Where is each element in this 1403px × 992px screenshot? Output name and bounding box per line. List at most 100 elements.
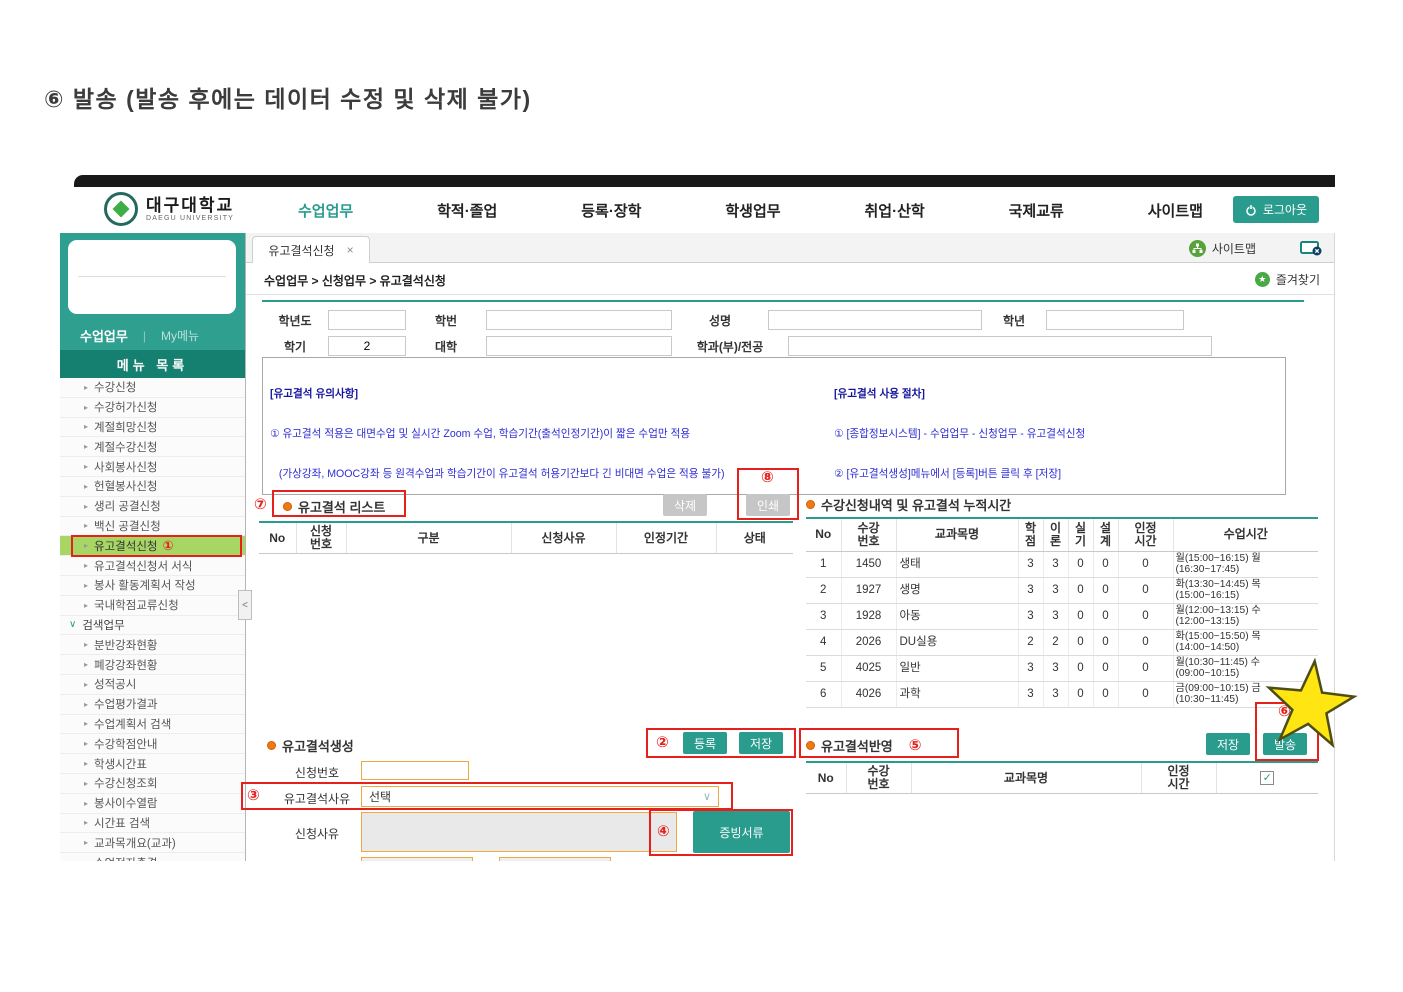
nav-item-international[interactable]: 국제교류 (1009, 200, 1064, 221)
department-field[interactable] (788, 336, 1212, 356)
enrollment-row: 6 4026 과학 3 3 0 0 0 금(09:00~10:15) 금(10:30~11:45… (806, 681, 1318, 708)
form-row: 학기 대학 학과(부)/전공 (262, 333, 1304, 359)
table-cell: 과학 (896, 681, 1019, 708)
select-all-checkbox[interactable]: ✓ (1260, 771, 1275, 785)
print-button[interactable]: 인쇄 (746, 494, 791, 516)
highlight-star (1265, 658, 1358, 749)
sidebar-menu-item[interactable]: ▸ 계절수강신청 (60, 437, 245, 458)
sidebar-menu-item[interactable]: ▸ 시간표 검색 (60, 813, 245, 834)
grade-field[interactable] (1046, 310, 1184, 330)
college-field[interactable] (486, 336, 672, 356)
nav-item-sitemap[interactable]: 사이트맵 (1148, 200, 1203, 221)
sidebar-section-search[interactable]: ∨ 검색업무 (60, 615, 245, 636)
table-cell: 0 (1118, 655, 1174, 682)
tab-absence-application[interactable]: 유고결석신청 × (252, 236, 370, 263)
logo-subtitle: DAEGU UNIVERSITY (146, 214, 235, 222)
sidebar-menu-item[interactable]: ▸ 봉사 활동계획서 작성 (60, 575, 245, 596)
menu-arrow-icon: ▸ (84, 501, 89, 511)
delete-button[interactable]: 삭제 (663, 494, 708, 516)
table-cell: 4 (806, 629, 842, 656)
year-field[interactable] (328, 310, 406, 330)
create-section-header: 유고결석생성 ② 등록 저장 (259, 728, 796, 758)
menu-item-label: 수강신청 (94, 382, 137, 395)
sidebar-menu-item[interactable]: ▸ 학생시간표 (60, 754, 245, 774)
annotation-5: ⑤ (908, 737, 922, 754)
tab-close-icon[interactable]: × (347, 243, 354, 257)
menu-arrow-icon: ▸ (84, 838, 89, 848)
absence-reason-select[interactable]: 선택 ∨ (361, 786, 719, 807)
evidence-button[interactable]: 증빙서류 (693, 811, 790, 853)
column-header: 인정 시간 (1141, 761, 1217, 794)
annotation-3: ③ (247, 787, 260, 804)
nav-item-classes[interactable]: 수업업무 (298, 200, 353, 221)
nav-item-registration[interactable]: 등록·장학 (581, 200, 641, 221)
table-cell: 3 (1018, 681, 1044, 708)
sidebar-menu-item[interactable]: ▸ 백신 공결신청 (60, 516, 245, 537)
sidebar-collapse-handle[interactable]: < (238, 590, 252, 620)
sidebar-menu-item[interactable]: ▸ 유고결석신청서 서식 (60, 556, 245, 576)
application-number-label: 신청번호 (294, 766, 340, 780)
sidebar-menu-item[interactable]: ▸ 수강허가신청 (60, 397, 245, 418)
table-cell: 0 (1093, 655, 1119, 682)
period-start-field[interactable] (361, 857, 473, 861)
semester-field[interactable] (328, 336, 406, 356)
sidebar-menu-item[interactable]: ▸ 수강신청조회 (60, 773, 245, 794)
sidebar-menu-item[interactable]: ▸ 헌혈봉사신청 (60, 476, 245, 497)
menu-arrow-icon: ▸ (84, 858, 88, 861)
menu-item-label: 헌혈봉사신청 (94, 481, 158, 494)
sidebar-menu-item[interactable]: ▸ 교과목개요(교과) (60, 833, 245, 854)
menu-arrow-icon: ▸ (84, 382, 89, 392)
table-cell: 3 (1018, 655, 1044, 682)
sidebar-menu-item[interactable]: ▸ 분반강좌현황 (60, 635, 245, 656)
profile-box (68, 240, 236, 314)
table-cell: 4026 (841, 681, 897, 708)
annotation-4: ④ (657, 823, 670, 840)
page-title: ⑥ 발송 (발송 후에는 데이터 수정 및 삭제 불가) (44, 86, 532, 112)
menu-arrow-icon: ▸ (84, 759, 89, 769)
section-bullet-icon (806, 500, 815, 509)
sidebar-menu-item[interactable]: ▸ 국내학점교류신청 (60, 595, 245, 616)
apply-save-button[interactable]: 저장 (1206, 733, 1251, 755)
period-end-field[interactable] (499, 857, 611, 861)
sidebar-menu-item[interactable]: ▸ 폐강강좌현황 (60, 655, 245, 675)
name-field[interactable] (768, 310, 982, 330)
student-id-field[interactable] (486, 310, 672, 330)
sidebar-menu-item[interactable]: ▸ 수업전자출결 (60, 853, 245, 861)
table-cell: 3 (1043, 603, 1069, 630)
table-cell: 3 (1043, 681, 1069, 708)
sidebar-menu-item[interactable]: ▸ 수강신청 (60, 378, 245, 398)
sidebar-menu-item[interactable]: ▸ 사회봉사신청 (60, 457, 245, 477)
favorite-button[interactable]: ★ 즐겨찾기 (1254, 271, 1320, 288)
sidebar-menu-item[interactable]: ▸ 수강학점안내 (60, 734, 245, 755)
nav-item-student[interactable]: 학생업무 (725, 200, 780, 221)
sidebar-tab-mymenu[interactable]: My메뉴 (161, 327, 199, 344)
sitemap-link[interactable]: 사이트맵 (1188, 239, 1256, 257)
nav-item-career[interactable]: 취업·산학 (865, 200, 925, 221)
menu-arrow-icon: ▸ (84, 699, 89, 709)
reason-detail-textarea[interactable] (361, 812, 677, 852)
sidebar-menu-item[interactable]: ▸ 계절희망신청 (60, 417, 245, 438)
sidebar-menu-item[interactable]: ▸ 성적공시 (60, 674, 245, 695)
application-number-field[interactable] (361, 761, 469, 780)
close-all-windows-icon[interactable] (1300, 240, 1322, 256)
menu-item-label: 수강허가신청 (94, 402, 158, 415)
browser-topbar (74, 175, 1335, 187)
create-save-button[interactable]: 저장 (739, 732, 784, 754)
sidebar-menu-item[interactable]: ▸ 수업평가결과 (60, 694, 245, 715)
nav-item-records[interactable]: 학적·졸업 (437, 200, 497, 221)
sidebar-menu-item[interactable]: ▸ 수업계획서 검색 (60, 714, 245, 735)
university-logo[interactable]: 대구대학교 DAEGU UNIVERSITY (104, 192, 234, 226)
sitemap-icon (1188, 239, 1206, 257)
table-cell: 월(12:00~13:15) 수(12:00~13:15) (1173, 603, 1318, 630)
sidebar-tab-classes[interactable]: 수업업무 (80, 326, 128, 345)
logout-button[interactable]: 로그아웃 (1232, 196, 1319, 223)
menu-item-label: 수강학점안내 (94, 738, 158, 751)
register-button[interactable]: 등록 (683, 732, 728, 754)
student-info-form: 학년도 학번 성명 학년 학기 대학 학과(부)/전공 (262, 300, 1304, 359)
sidebar-menu-item[interactable]: ▸ 봉사이수열람 (60, 793, 245, 814)
sidebar-menu-item[interactable]: ▸ 생리 공결신청 (60, 496, 245, 517)
sidebar-item-absence-application[interactable]: ▸ 유고결석신청 ① (60, 535, 245, 558)
apply-table: No 수강 번호 교과목명 인정 시간 ✓ (806, 761, 1318, 794)
page: ⑥ 발송 (발송 후에는 데이터 수정 및 삭제 불가) 대구대학교 DAEGU… (0, 0, 1403, 992)
table-cell: 6 (806, 681, 842, 708)
